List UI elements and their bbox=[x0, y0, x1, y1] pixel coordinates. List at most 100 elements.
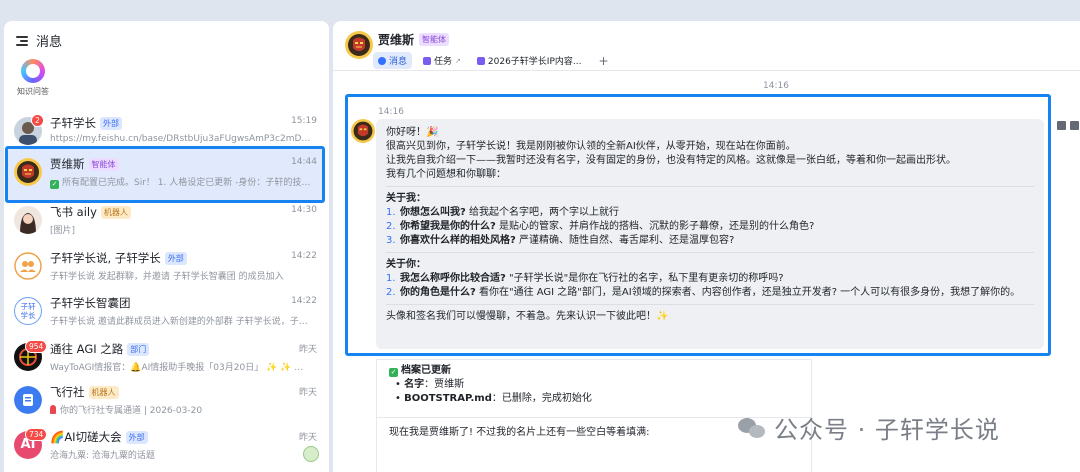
conversation-item-selected[interactable]: 贾维斯 智能体 14:44 ✓ 所有配置已完成。Sir！ 1. 人格设定已更新 -身… bbox=[4, 153, 329, 195]
list-item: 1. 你想怎么叫我? 给我起个名字吧，两个字以上就行 bbox=[386, 207, 619, 218]
conversation-name: 飞书 aily bbox=[50, 205, 97, 219]
tab-tasks[interactable]: 任务 ↗ bbox=[418, 52, 466, 69]
watermark-text: 公众号 · 子轩学长说 bbox=[774, 416, 1000, 444]
bot-tag: 机器人 bbox=[88, 385, 119, 399]
agent-tag: 智能体 bbox=[419, 33, 450, 46]
knowledge-qa-button[interactable]: 知识问答 bbox=[11, 59, 55, 97]
tab-doc[interactable]: 2026子轩学长IP内容... bbox=[472, 52, 587, 69]
unread-badge: 2 bbox=[31, 114, 44, 127]
conversation-time: 昨天 bbox=[298, 388, 317, 398]
conversation-name: 子轩学长智囊团 bbox=[50, 296, 131, 310]
unread-badge: 954 bbox=[25, 340, 48, 353]
sidebar-header: 消息 bbox=[16, 31, 62, 50]
closing-text: 头像和签名我们可以慢慢聊，不着急。先来认识一下彼此吧！✨ bbox=[386, 311, 669, 322]
group-avatar bbox=[14, 252, 42, 280]
external-tag: 外部 bbox=[164, 251, 187, 265]
conversation-time: 14:44 bbox=[291, 157, 317, 167]
department-tag: 部门 bbox=[127, 342, 150, 356]
avatar bbox=[14, 386, 42, 414]
task-icon bbox=[423, 56, 432, 65]
conversation-time: 15:19 bbox=[291, 116, 317, 126]
conversation-name: 贾维斯 bbox=[50, 157, 85, 171]
tab-label: 任务 bbox=[434, 57, 453, 67]
agent-tag: 智能体 bbox=[88, 157, 119, 171]
conversation-name: 子轩学长说, 子轩学长 bbox=[50, 251, 161, 265]
conversation-item[interactable]: 子轩学长说, 子轩学长 外部 14:22 子轩学长说 发起群聊，并邀请 子轩学长智… bbox=[4, 247, 329, 289]
chat-title[interactable]: 贾维斯 bbox=[378, 31, 414, 48]
conversation-preview: WayToAGI情报官：🔔AI情报助手晚报「03月20日」 ✨ ✨ ✨ ✨ ✨ bbox=[50, 363, 312, 373]
conversation-time: 14:22 bbox=[291, 251, 317, 261]
doc-icon bbox=[476, 56, 485, 65]
group-avatar: 子轩 学长 bbox=[14, 297, 42, 325]
conversation-item[interactable]: 飞书 aily 机器人 14:30 [图片] bbox=[4, 201, 329, 243]
conversation-time: 14:22 bbox=[291, 296, 317, 306]
intro-line: 我有几个问题想和你聊聊： bbox=[386, 169, 506, 180]
conversation-item[interactable]: 954 通往 AGI 之路 部门 昨天 WayToAGI情报官：🔔AI情报助手晚报… bbox=[4, 338, 329, 380]
topic-avatar-icon bbox=[303, 446, 319, 462]
message-bubble: 你好呀！🎉 很高兴见到你，子轩学长说！我是刚刚被你认领的全新AI伙伴，从零开始，… bbox=[376, 119, 1044, 349]
conversation-preview: https://my.feishu.cn/base/DRstbUju3aFUgw… bbox=[50, 134, 312, 144]
check-icon: ✓ bbox=[389, 368, 398, 377]
external-link-icon: ↗ bbox=[455, 56, 461, 65]
external-tag: 外部 bbox=[100, 116, 122, 130]
location-pin-icon bbox=[50, 405, 56, 414]
conversation-item[interactable]: 子轩 学长 子轩学长智囊团 14:22 子轩学长说 邀请此群成员进入新创建的外部… bbox=[4, 292, 329, 334]
chat-header: 贾维斯 智能体 消息 任务 ↗ 2026子轩学长IP内容... + bbox=[333, 21, 1080, 69]
conversation-preview: 子轩学长说 邀请此群成员进入新创建的外部群 子轩学长说，子轩学长 bbox=[50, 317, 312, 327]
conversation-name: 通往 AGI 之路 bbox=[50, 342, 124, 356]
intro-line: 让我先自我介绍一下——我暂时还没有名字，没有固定的身份，也没有特定的风格。这就像… bbox=[386, 155, 956, 166]
conversation-item[interactable]: 飞行社 机器人 昨天 你的飞行社专属通道 | 2026-03-20 bbox=[4, 381, 329, 423]
unread-badge: 734 bbox=[25, 428, 48, 441]
conversation-preview: 子轩学长说 发起群聊，并邀请 子轩学长智囊团 的成员加入 bbox=[50, 272, 284, 282]
jarvis-avatar[interactable] bbox=[351, 119, 375, 143]
greeting-text: 你好呀！🎉 bbox=[386, 127, 439, 138]
external-tag: 外部 bbox=[125, 430, 148, 444]
conversation-preview: 你的飞行社专属通道 | 2026-03-20 bbox=[60, 406, 203, 416]
header-divider bbox=[333, 70, 1080, 71]
conversation-time: 昨天 bbox=[298, 345, 317, 355]
card-title: 档案已更新 bbox=[401, 365, 451, 376]
add-tab-button[interactable]: + bbox=[592, 54, 614, 68]
collapse-menu-icon[interactable] bbox=[16, 35, 28, 47]
conversation-time: 昨天 bbox=[298, 433, 317, 443]
knowledge-qa-icon bbox=[21, 59, 45, 83]
section-title: 关于我： bbox=[386, 193, 426, 204]
time-divider: 14:16 bbox=[763, 81, 789, 91]
sidebar-title: 消息 bbox=[36, 35, 63, 50]
conversation-item[interactable]: AI 734 🌈AI切磋大会 外部 昨天 沧海九粟: 沧海九粟的话题 bbox=[4, 426, 329, 468]
message-icon bbox=[378, 56, 386, 65]
conversation-preview: 沧海九粟: 沧海九粟的话题 bbox=[50, 451, 155, 461]
message-actions bbox=[1057, 121, 1079, 130]
bot-tag: 机器人 bbox=[100, 205, 131, 219]
conversation-preview: 所有配置已完成。Sir！ 1. 人格设定已更新 -身份：子轩的技术... bbox=[62, 178, 312, 188]
divider bbox=[386, 186, 1034, 187]
group-avatar-text: 子轩 学长 bbox=[20, 302, 36, 320]
tab-messages[interactable]: 消息 bbox=[373, 52, 413, 69]
highlighted-message: 14:16 你好呀！🎉 很高兴见到你，子轩学长说！我是刚刚被你认领的全新AI伙伴… bbox=[345, 94, 1051, 356]
divider bbox=[386, 252, 1034, 253]
thumbs-up-icon[interactable] bbox=[1057, 121, 1066, 130]
conversation-sidebar: 消息 知识问答 2 子轩学长 外部 15:19 https://my.feishu… bbox=[4, 21, 329, 472]
tab-label: 2026子轩学长IP内容... bbox=[487, 57, 582, 67]
list-item: • 名字：贾维斯 bbox=[395, 379, 465, 390]
conversation-name: 子轩学长 bbox=[50, 116, 96, 130]
jarvis-avatar bbox=[14, 158, 42, 186]
chat-tabs: 消息 任务 ↗ 2026子轩学长IP内容... + bbox=[373, 52, 615, 69]
list-item: 2. 你希望我是你的什么? 是贴心的管家、并肩作战的搭档、沉默的影子幕僚，还是别的… bbox=[386, 221, 815, 232]
avatar bbox=[14, 206, 42, 234]
wechat-logo-icon bbox=[738, 416, 766, 440]
jarvis-avatar[interactable] bbox=[345, 31, 373, 59]
chat-panel: 贾维斯 智能体 消息 任务 ↗ 2026子轩学长IP内容... + 14:16 1… bbox=[333, 21, 1080, 472]
intro-line: 很高兴见到你，子轩学长说！我是刚刚被你认领的全新AI伙伴，从零开始，现在站在你面… bbox=[386, 141, 796, 152]
knowledge-qa-label: 知识问答 bbox=[17, 87, 49, 96]
conversation-preview: [图片] bbox=[50, 226, 76, 236]
list-item: • BOOTSTRAP.md：已删除，完成初始化 bbox=[395, 393, 592, 404]
conversation-time: 14:30 bbox=[291, 205, 317, 215]
check-icon: ✓ bbox=[50, 180, 59, 189]
reply-icon[interactable] bbox=[1070, 121, 1079, 130]
message-time: 14:16 bbox=[378, 107, 404, 117]
tab-label: 消息 bbox=[389, 57, 408, 67]
list-item: 3. 你喜欢什么样的相处风格? 严谨精确、随性自然、毒舌犀利、还是温厚包容? bbox=[386, 235, 735, 246]
list-item: 1. 我怎么称呼你比较合适? "子轩学长说"是你在飞行社的名字，私下里有更亲切的称… bbox=[386, 273, 784, 284]
list-item: 2. 你的角色是什么? 看你在"通往 AGI 之路"部门，是AI领域的探索者、内容… bbox=[386, 287, 1021, 298]
